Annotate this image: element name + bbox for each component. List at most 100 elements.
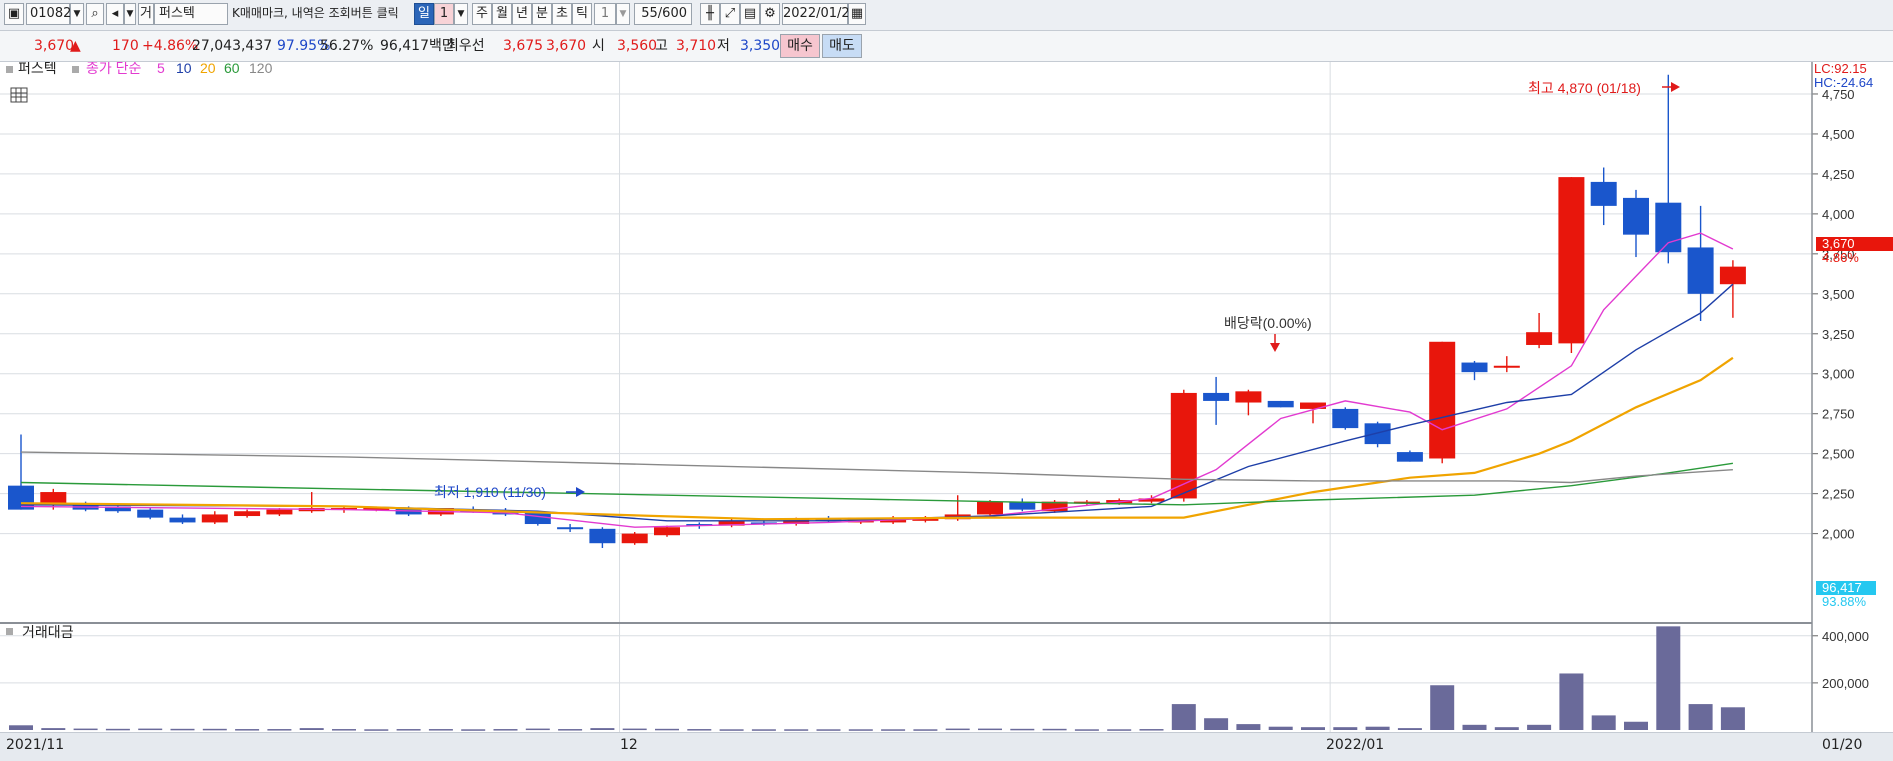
volume-bar	[1268, 726, 1293, 730]
best-quote-label: 최우선	[446, 38, 485, 54]
candle-body	[557, 527, 584, 530]
price-tick-label: 3,500	[1822, 287, 1855, 302]
period-week-button[interactable]: 주	[472, 3, 492, 25]
interval-dropdown-button[interactable]: ▼	[616, 3, 630, 25]
candle-body	[1558, 177, 1585, 344]
period-day-button[interactable]: 일	[414, 3, 434, 25]
volume-tick-label: 400,000	[1822, 629, 1869, 644]
x-label-jan: 2022/01	[1326, 737, 1385, 753]
sell-button[interactable]: 매도	[822, 34, 862, 58]
x-label-last: 01/20	[1822, 737, 1863, 753]
volume-bar	[1430, 685, 1455, 730]
price-tick-label: 4,250	[1822, 167, 1855, 182]
volume-bar	[105, 728, 130, 731]
volume-bar	[235, 729, 260, 731]
save-icon[interactable]: ▤	[740, 3, 760, 25]
calendar-icon[interactable]: ▦	[848, 3, 866, 25]
volume-bar	[558, 729, 583, 731]
trade-mark-hint[interactable]: K매매마크, 내역은 조회버튼 클릭	[232, 3, 408, 25]
chart-stock-name[interactable]: 퍼스텍	[18, 62, 57, 76]
price-tick-label: 2,000	[1822, 527, 1855, 542]
code-dropdown-button[interactable]: ▼	[70, 3, 84, 25]
high-label: 고	[655, 38, 668, 54]
volume-bar	[73, 728, 98, 731]
period-minute-button[interactable]: 분	[532, 3, 552, 25]
volume-bar	[138, 728, 163, 731]
candle-body	[621, 533, 648, 544]
period-year-button[interactable]: 년	[512, 3, 532, 25]
ma5-label[interactable]: 5	[157, 62, 165, 76]
gear-icon[interactable]: ⚙	[760, 3, 780, 25]
market-prefix: 거	[138, 3, 154, 25]
drawing-tool-icon[interactable]: ⤢	[720, 3, 740, 25]
volume-bar	[41, 728, 66, 730]
candle-body	[1719, 266, 1746, 285]
period-tick-button[interactable]: 틱	[572, 3, 592, 25]
volume-tick-label: 200,000	[1822, 676, 1869, 691]
stock-code-input[interactable]: 010820	[26, 3, 80, 25]
change-value: 170	[112, 38, 139, 54]
volume-bar	[1527, 724, 1552, 730]
volume-panel-title[interactable]: 거래대금	[22, 624, 74, 640]
candle-body	[589, 528, 616, 544]
change-percent: +4.86%	[142, 38, 199, 54]
hc-value: HC:-24.64	[1814, 75, 1873, 90]
price-tick-label: 3,250	[1822, 327, 1855, 342]
price-tick-label: 4,500	[1822, 127, 1855, 142]
volume-bar	[1236, 724, 1261, 730]
volume-bar	[1074, 729, 1099, 731]
chart-settings-button[interactable]: ▣	[4, 3, 24, 25]
x-axis[interactable]: 2021/11 12 2022/01 01/20	[0, 732, 1893, 761]
price-tick-label: 4,000	[1822, 207, 1855, 222]
volume-bar	[332, 729, 356, 731]
ma20-label[interactable]: 20	[200, 62, 216, 76]
bar-count-field[interactable]: 55/600	[634, 3, 692, 25]
volume-bar	[719, 729, 744, 731]
candle-body	[1655, 202, 1682, 253]
interval-field[interactable]: 1	[594, 3, 616, 25]
period-dropdown-button[interactable]: ▼	[454, 3, 468, 25]
candle-body	[977, 501, 1003, 515]
volume-bar	[655, 728, 679, 731]
volume-bar	[881, 729, 906, 731]
search-icon[interactable]: ⌕	[86, 3, 104, 25]
volume-bar	[493, 729, 518, 731]
candle-body	[1493, 365, 1520, 368]
candle-type-icon[interactable]: ╫	[700, 3, 720, 25]
period-second-button[interactable]: 초	[552, 3, 572, 25]
svg-text:배당락(0.00%): 배당락(0.00%)	[1224, 315, 1312, 331]
ma60-label[interactable]: 60	[224, 62, 240, 76]
period-day-count[interactable]: 1	[434, 3, 454, 25]
volume-bar	[461, 729, 486, 731]
svg-text:3,670: 3,670	[1822, 236, 1855, 251]
volume-bar	[1559, 673, 1584, 730]
volume-bar	[1139, 729, 1164, 731]
ma120-label[interactable]: 120	[249, 62, 273, 76]
price-tick-label: 2,750	[1822, 407, 1855, 422]
volume-bar	[1688, 704, 1713, 730]
candle-body	[1300, 402, 1326, 409]
ma-label: 종가 단순	[86, 62, 142, 76]
volume-ratio-2: 56.27%	[320, 38, 374, 54]
buy-button[interactable]: 매수	[780, 34, 820, 58]
speaker-icon[interactable]: ◂	[106, 3, 124, 25]
ma10-label[interactable]: 10	[176, 62, 192, 76]
svg-text:93.88%: 93.88%	[1822, 594, 1867, 609]
candle-body	[1332, 408, 1359, 429]
stock-name-field[interactable]: 퍼스텍	[154, 3, 228, 25]
volume-bar	[1010, 728, 1035, 731]
volume-bar	[1365, 726, 1390, 730]
panel-divider[interactable]	[0, 622, 1812, 624]
sound-dropdown-button[interactable]: ▼	[124, 3, 136, 25]
x-label-dec: 12	[620, 737, 638, 753]
volume-bar	[364, 729, 389, 731]
current-price: 3,670	[34, 38, 75, 54]
svg-text:최저 1,910 (11/30): 최저 1,910 (11/30)	[434, 484, 546, 500]
price-chart[interactable]: 4,7504,5004,2504,0003,7503,5003,2503,000…	[0, 62, 1893, 732]
candle-body	[1203, 392, 1230, 401]
period-month-button[interactable]: 월	[492, 3, 512, 25]
candle-body	[1429, 341, 1456, 459]
date-input[interactable]: 2022/01/20	[782, 3, 858, 25]
volume-bar	[622, 728, 647, 731]
volume-bar	[1462, 724, 1487, 730]
